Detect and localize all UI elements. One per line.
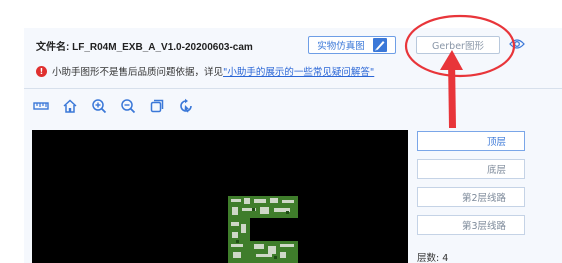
ruler-icon[interactable]	[32, 97, 50, 115]
file-name-line: 文件名: LF_R04M_EXB_A_V1.0-20200603-cam	[36, 38, 253, 53]
layer-2-label: 第2层线路	[461, 193, 506, 204]
eye-icon[interactable]	[509, 38, 525, 50]
layer-count-label: 层数:	[417, 253, 440, 263]
gerber-view-label: Gerber图形	[432, 41, 484, 52]
layer-bottom-button[interactable]: 底层	[417, 159, 525, 179]
warning-icon: !	[36, 65, 47, 77]
file-name-value: LF_R04M_EXB_A_V1.0-20200603-cam	[72, 42, 253, 53]
layer-3-label: 第3层线路	[461, 221, 506, 232]
layer-bottom-label: 底层	[486, 165, 506, 176]
layer-count: 层数: 4	[417, 250, 448, 263]
copy-icon[interactable]	[148, 97, 166, 115]
main-panel: 文件名: LF_R04M_EXB_A_V1.0-20200603-cam 实物仿…	[24, 28, 562, 263]
home-icon[interactable]	[61, 97, 79, 115]
faq-link[interactable]: "小助手的展示的一些常见疑问解答"	[223, 64, 374, 78]
gerber-canvas[interactable]	[32, 130, 408, 263]
file-name-label: 文件名:	[36, 42, 70, 53]
view-toolbar	[32, 96, 206, 116]
realistic-simulation-button[interactable]: 实物仿真图	[308, 36, 396, 54]
layer-top-label: 顶层	[486, 137, 506, 148]
header: 文件名: LF_R04M_EXB_A_V1.0-20200603-cam 实物仿…	[24, 28, 562, 84]
header-divider	[24, 88, 562, 89]
notice-line: ! 小助手图形不是售后品质问题依据，详见 "小助手的展示的一些常见疑问解答"	[36, 64, 374, 78]
layer-3-button[interactable]: 第3层线路	[417, 215, 525, 235]
zoom-out-icon[interactable]	[119, 97, 137, 115]
notice-text: 小助手图形不是售后品质问题依据，详见	[52, 67, 224, 78]
realistic-simulation-label: 实物仿真图	[317, 41, 365, 52]
brush-icon	[372, 38, 387, 52]
zoom-in-icon[interactable]	[90, 97, 108, 115]
layer-2-button[interactable]: 第2层线路	[417, 187, 525, 207]
layer-count-value: 4	[442, 253, 449, 263]
rotate-icon[interactable]	[177, 97, 195, 115]
layer-top-button[interactable]: 顶层	[417, 131, 525, 151]
pcb-preview	[228, 196, 298, 263]
gerber-view-button[interactable]: Gerber图形	[416, 36, 500, 54]
